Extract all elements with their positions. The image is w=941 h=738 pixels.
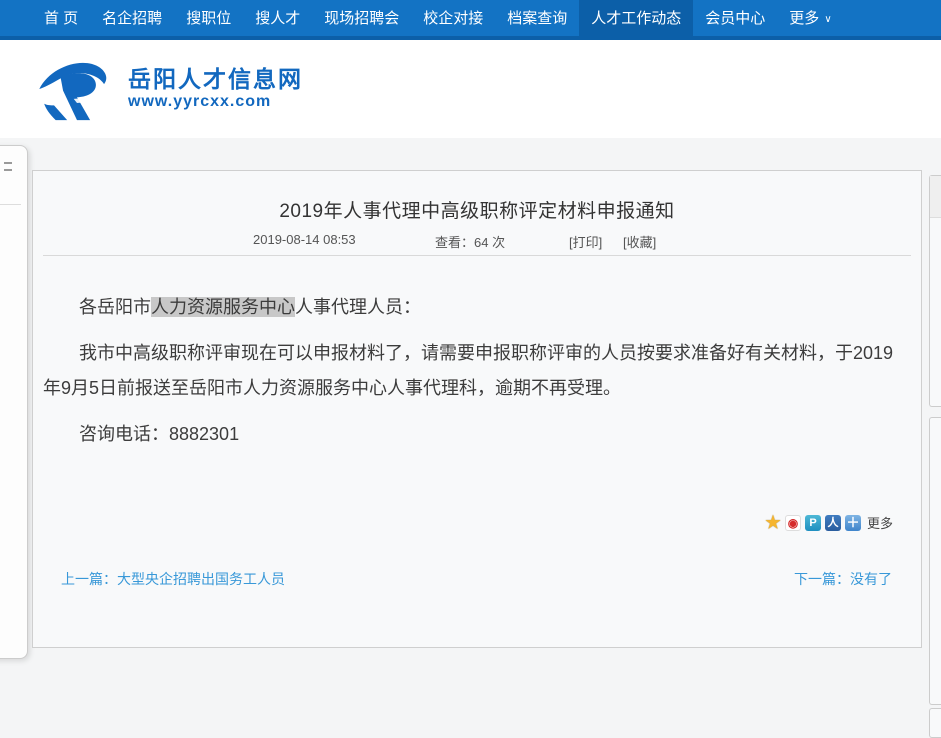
nav-item-label: 会员中心: [705, 10, 765, 27]
view-count: 查看：64 次: [435, 232, 505, 251]
salutation-prefix: 各岳阳市: [79, 297, 151, 317]
next-article-link[interactable]: 下一篇：没有了: [794, 569, 892, 589]
nav-item-label: 首 页: [44, 10, 78, 27]
widget-divider: [0, 204, 21, 205]
right-sidebar-box: [929, 417, 941, 705]
publish-date: 2019-08-14 08:53: [253, 232, 356, 247]
highlighted-text: 人力资源服务中心: [151, 297, 295, 317]
site-header: 岳阳人才信息网 www.yyrcxx.com: [0, 40, 941, 138]
right-sidebar-box: [929, 708, 941, 738]
widget-mark: [4, 162, 12, 164]
article-paragraph-main: 我市中高级职称评审现在可以申报材料了，请需要申报职称评审的人员按要求准备好有关材…: [43, 336, 903, 406]
nav-item-label: 搜人才: [255, 10, 300, 27]
renren-share-icon[interactable]: 人: [825, 515, 841, 531]
print-button[interactable]: [打印]: [569, 232, 602, 251]
tencent-pengyou-share-icon[interactable]: P: [805, 515, 821, 531]
nav-item-archive-query[interactable]: 档案查询: [495, 0, 579, 40]
nav-item-label: 搜职位: [186, 10, 231, 27]
nav-item-talent-news[interactable]: 人才工作动态: [579, 0, 693, 40]
nav-item-home[interactable]: 首 页: [32, 0, 90, 40]
chevron-down-icon: ∨: [824, 14, 831, 25]
nav-item-label: 名企招聘: [102, 10, 162, 27]
nav-item-label: 档案查询: [507, 10, 567, 27]
article-paragraph-salutation: 各岳阳市人力资源服务中心人事代理人员：: [43, 290, 903, 325]
sina-weibo-share-icon[interactable]: ◉: [785, 515, 801, 531]
logo-text: 岳阳人才信息网 www.yyrcxx.com: [128, 66, 303, 112]
nav-item-search-jobs[interactable]: 搜职位: [174, 0, 243, 40]
article-paragraph-phone: 咨询电话：8882301: [43, 417, 903, 452]
share-toolbar: ★ ◉ P 人 ＋ 更多: [765, 513, 893, 532]
site-logo[interactable]: 岳阳人才信息网 www.yyrcxx.com: [36, 56, 303, 122]
share-more-label[interactable]: 更多: [867, 513, 893, 532]
nav-item-company-jobs[interactable]: 名企招聘: [90, 0, 174, 40]
favorite-button[interactable]: [收藏]: [623, 232, 656, 251]
nav-item-label: 人才工作动态: [591, 10, 681, 27]
prev-article-link[interactable]: 上一篇：大型央企招聘出国务工人员: [61, 569, 285, 589]
nav-item-job-fair[interactable]: 现场招聘会: [312, 0, 411, 40]
nav-item-school-enterprise[interactable]: 校企对接: [411, 0, 495, 40]
qzone-share-icon[interactable]: ★: [765, 515, 781, 531]
right-sidebar-box-header: [930, 176, 941, 218]
right-sidebar-box: [929, 175, 941, 407]
nav-item-more[interactable]: 更多 ∨: [777, 0, 843, 40]
nav-item-member-center[interactable]: 会员中心: [693, 0, 777, 40]
side-float-widget[interactable]: [0, 145, 28, 659]
nav-item-label: 更多: [789, 10, 819, 27]
meta-divider: [43, 255, 911, 256]
article-panel: 2019年人事代理中高级职称评定材料申报通知 2019-08-14 08:53 …: [32, 170, 922, 648]
widget-mark: [4, 169, 12, 171]
nav-item-label: 现场招聘会: [324, 10, 399, 27]
logo-r-wave-icon: [36, 56, 118, 122]
article-body: 各岳阳市人力资源服务中心人事代理人员： 我市中高级职称评审现在可以申报材料了，请…: [43, 290, 903, 452]
site-name: 岳阳人才信息网: [128, 66, 303, 92]
page-title: 2019年人事代理中高级职称评定材料申报通知: [33, 196, 921, 223]
more-share-icon[interactable]: ＋: [845, 515, 861, 531]
nav-item-label: 校企对接: [423, 10, 483, 27]
nav-item-search-talent[interactable]: 搜人才: [243, 0, 312, 40]
site-url: www.yyrcxx.com: [128, 92, 303, 112]
main-area: 2019年人事代理中高级职称评定材料申报通知 2019-08-14 08:53 …: [0, 138, 941, 717]
top-navbar: 首 页 名企招聘 搜职位 搜人才 现场招聘会 校企对接 档案查询 人才工作动态 …: [0, 0, 941, 40]
salutation-suffix: 人事代理人员：: [295, 297, 421, 317]
